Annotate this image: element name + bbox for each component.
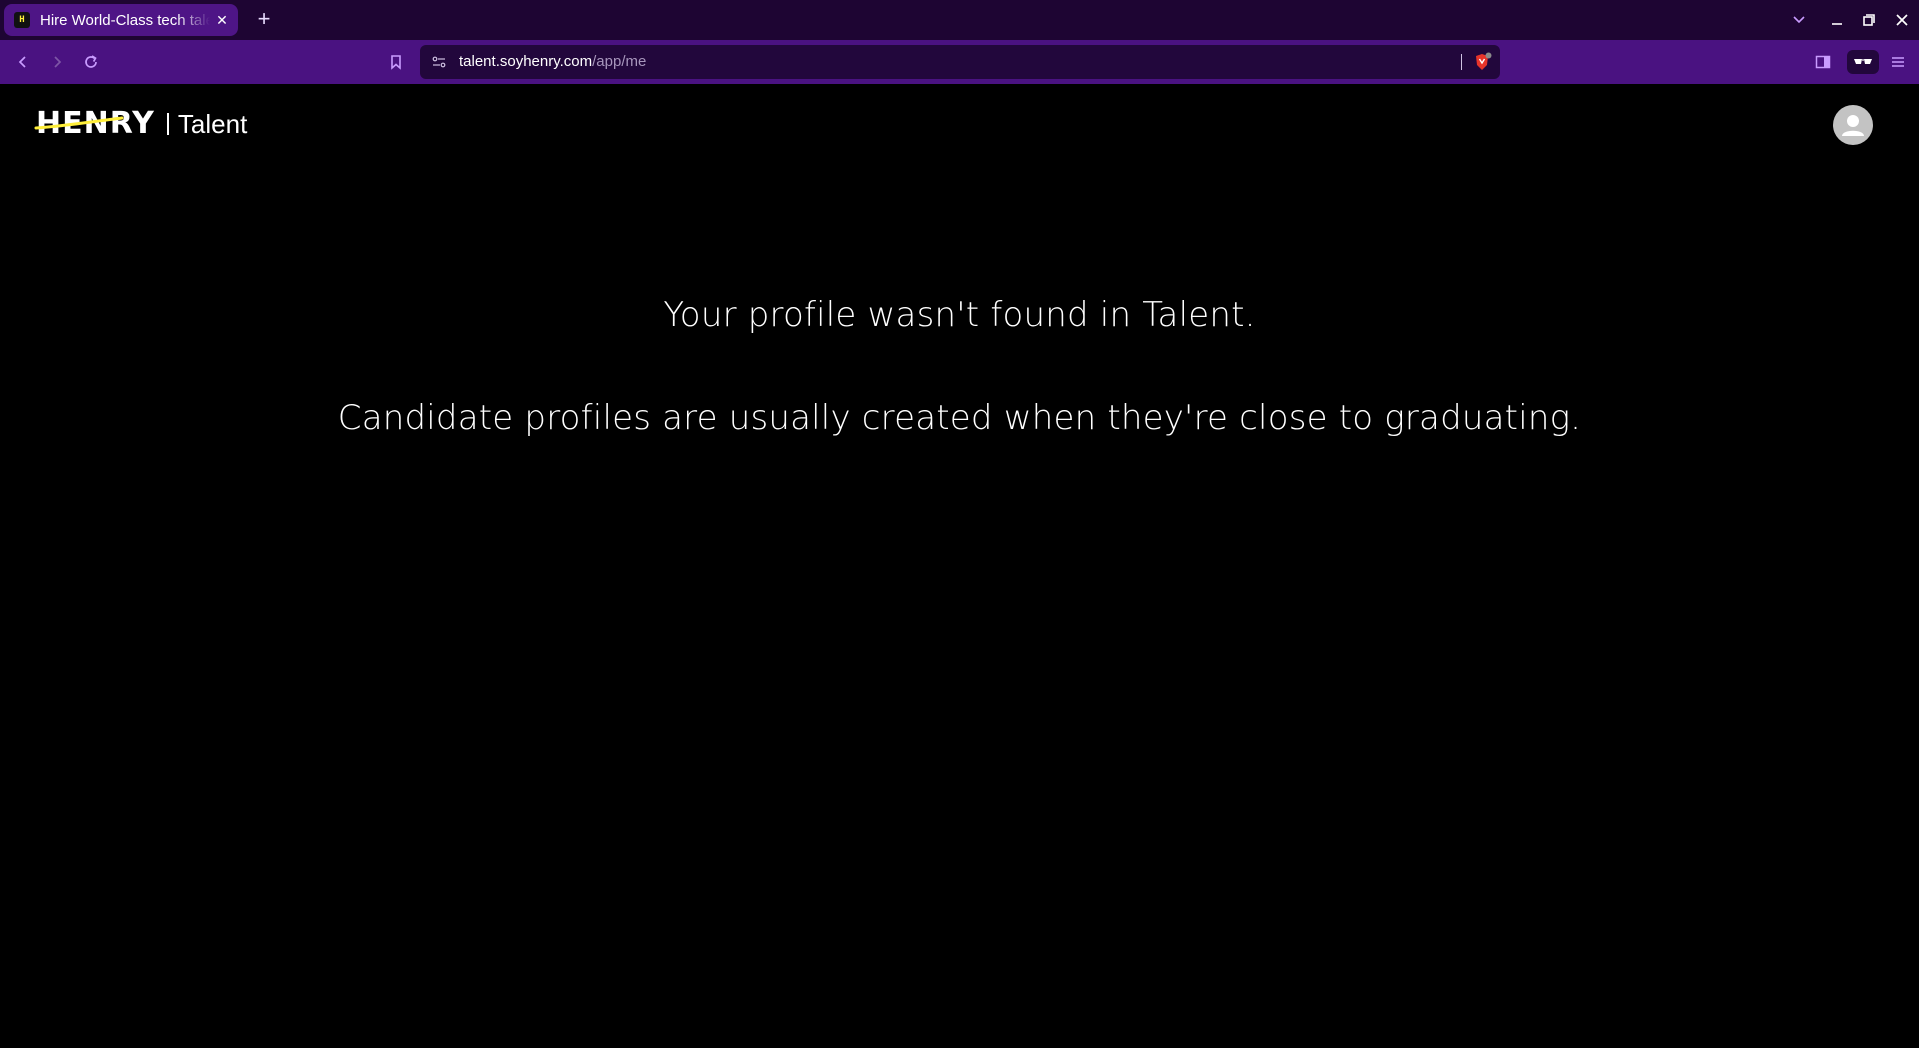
new-tab-button[interactable]: + [252, 8, 276, 32]
brave-shields-icon[interactable] [1472, 52, 1492, 77]
profile-not-found-message: Your profile wasn't found in Talent. [663, 295, 1256, 335]
tab-list-icon[interactable] [1787, 8, 1811, 32]
logo-product-text: Talent [177, 108, 248, 139]
leo-glasses-icon[interactable] [1846, 50, 1880, 74]
user-avatar-icon[interactable] [1833, 105, 1873, 145]
tab-close-button[interactable]: ✕ [214, 12, 230, 28]
browser-tab-active[interactable]: H Hire World-Class tech talent ✕ [4, 4, 238, 36]
url-host: talent.soyhenry.com [459, 53, 593, 70]
restore-icon[interactable] [1857, 8, 1881, 32]
bookmark-icon[interactable] [384, 50, 408, 74]
profile-creation-info-message: Candidate profiles are usually created w… [337, 398, 1582, 438]
browser-toolbar: talent.soyhenry.com/app/me [0, 40, 1919, 84]
url-separator [1461, 54, 1462, 70]
minimize-icon[interactable] [1825, 8, 1849, 32]
reload-icon[interactable] [79, 50, 103, 74]
address-bar[interactable]: talent.soyhenry.com/app/me [420, 45, 1500, 79]
back-icon[interactable] [11, 50, 35, 74]
sidebar-icon[interactable] [1811, 50, 1835, 74]
logo-divider [166, 113, 169, 135]
browser-titlebar: H Hire World-Class tech talent ✕ + [0, 0, 1919, 40]
close-icon[interactable] [1890, 8, 1914, 32]
logo-accent-stroke-icon [34, 116, 124, 130]
tab-title: Hire World-Class tech talent [40, 11, 210, 29]
site-info-icon[interactable] [432, 55, 446, 74]
henry-talent-logo[interactable]: HENRY Talent [34, 108, 248, 140]
logo-henry-wordmark: HENRY [34, 108, 155, 140]
url-text: talent.soyhenry.com/app/me [459, 53, 646, 70]
menu-icon[interactable] [1886, 50, 1910, 74]
url-path: /app/me [592, 53, 647, 70]
forward-icon[interactable] [45, 50, 69, 74]
henry-favicon-icon: H [14, 12, 30, 28]
